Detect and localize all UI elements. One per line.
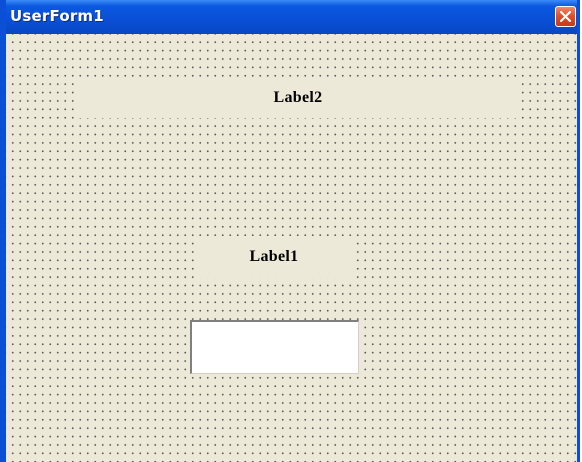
close-icon bbox=[560, 11, 571, 22]
textbox1[interactable] bbox=[190, 320, 359, 374]
label2: Label2 bbox=[78, 78, 518, 118]
window-title: UserForm1 bbox=[10, 7, 104, 25]
title-bar[interactable]: UserForm1 bbox=[6, 0, 577, 34]
userform-window: UserForm1 Label2 Label1 bbox=[0, 0, 580, 462]
label1: Label1 bbox=[194, 236, 354, 278]
form-design-grid[interactable]: Label2 Label1 bbox=[6, 34, 577, 462]
close-button[interactable] bbox=[555, 6, 576, 27]
